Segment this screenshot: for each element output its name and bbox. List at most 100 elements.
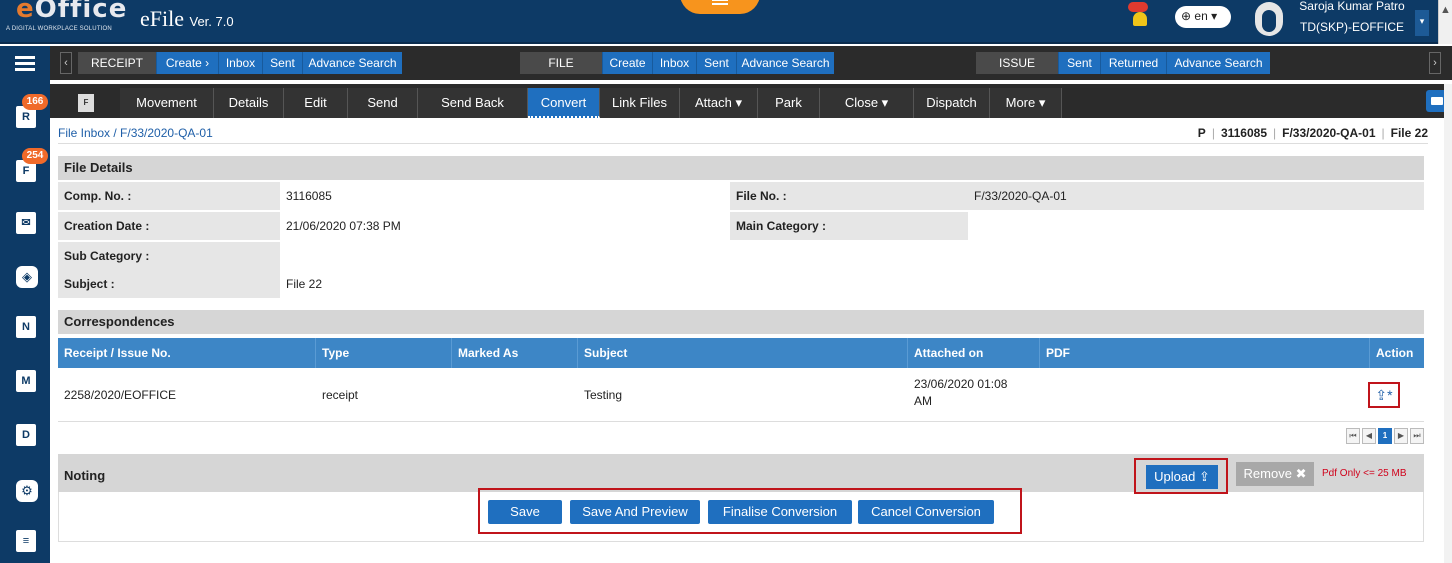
- page-number[interactable]: 1: [1378, 428, 1392, 444]
- dsc-icon[interactable]: D: [10, 420, 40, 450]
- notice-icon[interactable]: N: [10, 312, 40, 342]
- nav-receipt-inbox[interactable]: Inbox: [218, 52, 262, 74]
- cell-type: receipt: [322, 388, 359, 402]
- nav-issue-sent[interactable]: Sent: [1058, 52, 1100, 74]
- edit-button[interactable]: Edit: [284, 88, 348, 118]
- conversion-actions: Save Save And Preview Finalise Conversio…: [478, 488, 1022, 534]
- nav-issue-returned[interactable]: Returned: [1100, 52, 1166, 74]
- col-attached-on: Attached on: [908, 338, 1040, 368]
- correspondences-table-header: Receipt / Issue No. Type Marked As Subje…: [58, 338, 1424, 368]
- nav-receipt-advance-search[interactable]: Advance Search: [302, 52, 402, 74]
- settings-icon[interactable]: ⚙: [10, 476, 40, 506]
- nav-receipt-sent[interactable]: Sent: [262, 52, 302, 74]
- action-toolbar: F Movement Details Edit Send Send Back C…: [50, 84, 1448, 118]
- receipt-count-badge: 166: [22, 94, 48, 110]
- left-sidebar: R 166 F 254 ✉ ◈ N M D ⚙ ≡: [0, 46, 50, 563]
- collaboration-icon[interactable]: ◈: [10, 262, 40, 292]
- table-pager: ⏮ ◀ 1 ▶ ⏭: [1346, 428, 1426, 444]
- close-dropdown[interactable]: Close ▾: [820, 88, 914, 118]
- cell-receipt-no[interactable]: 2258/2020/EOFFICE: [58, 368, 316, 422]
- details-button[interactable]: Details: [214, 88, 284, 118]
- cell-marked-as: [452, 368, 578, 422]
- movement-button[interactable]: Movement: [120, 88, 214, 118]
- col-subject: Subject: [578, 338, 908, 368]
- file-icon[interactable]: F 254: [10, 148, 48, 186]
- dak-icon[interactable]: ✉: [10, 208, 40, 238]
- link-files-button[interactable]: Link Files: [600, 88, 680, 118]
- top-header: eOffice A DIGITAL WORKPLACE SOLUTION eFi…: [0, 0, 1452, 44]
- user-avatar[interactable]: [1255, 2, 1283, 36]
- nav-file-advance-search[interactable]: Advance Search: [736, 52, 834, 74]
- table-row: 2258/2020/EOFFICE receipt Testing 23/06/…: [58, 368, 1424, 422]
- cell-pdf: [1040, 368, 1370, 422]
- nav-file-sent[interactable]: Sent: [696, 52, 736, 74]
- upload-icon[interactable]: ⇪*: [1368, 382, 1400, 408]
- file-summary: P | 3116085 | F/33/2020-QA-01 | File 22: [1197, 126, 1428, 140]
- file-no-value: F/33/2020-QA-01: [968, 182, 1424, 210]
- nav-file-inbox[interactable]: Inbox: [652, 52, 696, 74]
- upload-highlight: Upload ⇪: [1134, 458, 1228, 494]
- noting-title: Noting: [64, 468, 106, 483]
- cell-attached-on: 23/06/2020 01:08 AM: [914, 377, 1008, 408]
- cell-subject: Testing: [584, 388, 623, 402]
- send-button[interactable]: Send: [348, 88, 418, 118]
- cancel-conversion-button[interactable]: Cancel Conversion: [858, 500, 994, 524]
- scroll-up-icon[interactable]: ▲: [1438, 0, 1452, 44]
- finalise-conversion-button[interactable]: Finalise Conversion: [708, 500, 852, 524]
- nav-prev-icon[interactable]: ‹: [60, 52, 72, 74]
- convert-button[interactable]: Convert: [528, 88, 600, 118]
- noting-bar: Noting Upload ⇪ Remove ✖ Pdf Only <= 25 …: [58, 454, 1424, 494]
- prev-page-icon[interactable]: ◀: [1362, 428, 1376, 444]
- next-page-icon[interactable]: ▶: [1394, 428, 1408, 444]
- attach-dropdown[interactable]: Attach ▾: [680, 88, 758, 118]
- eoffice-logo: eOffice A DIGITAL WORKPLACE SOLUTION: [6, 0, 128, 32]
- save-and-preview-button[interactable]: Save And Preview: [570, 500, 700, 524]
- send-back-button[interactable]: Send Back: [418, 88, 528, 118]
- header-toggle-handle[interactable]: [680, 0, 760, 14]
- report-icon[interactable]: ≡: [10, 526, 40, 556]
- menu-icon[interactable]: [10, 46, 40, 76]
- globe-icon: ⊕: [1181, 9, 1192, 23]
- file-details-header: File Details: [58, 156, 1424, 180]
- breadcrumb: File Inbox / F/33/2020-QA-01 P | 3116085 | F…: [58, 120, 1428, 144]
- meeting-icon[interactable]: M: [10, 366, 40, 396]
- user-role: TD(SKP)-EOFFICE: [1300, 20, 1404, 34]
- last-page-icon[interactable]: ⏭: [1410, 428, 1424, 444]
- app-version: Ver. 7.0: [189, 14, 234, 29]
- col-action: Action: [1376, 346, 1414, 360]
- language-selector[interactable]: ⊕ en ▾: [1175, 6, 1231, 28]
- detail-row-1: Comp. No. : 3116085 File No. : F/33/2020…: [58, 182, 1424, 210]
- nav-receipt-title[interactable]: RECEIPT: [78, 52, 156, 74]
- subject-value: File 22: [286, 277, 323, 291]
- more-dropdown[interactable]: More ▾: [990, 88, 1062, 118]
- detail-row-3: Sub Category :: [58, 242, 1424, 270]
- logo-tagline: A DIGITAL WORKPLACE SOLUTION: [6, 26, 112, 32]
- first-page-icon[interactable]: ⏮: [1346, 428, 1360, 444]
- upload-button[interactable]: Upload ⇪: [1146, 465, 1218, 489]
- nav-next-icon[interactable]: ›: [1429, 52, 1441, 74]
- nav-receipt-create[interactable]: Create ›: [156, 52, 218, 74]
- dispatch-button[interactable]: Dispatch: [914, 88, 990, 118]
- receipt-icon[interactable]: R 166: [10, 94, 48, 132]
- remove-button[interactable]: Remove ✖: [1236, 462, 1314, 486]
- comp-no-value: 3116085: [286, 189, 332, 203]
- park-button[interactable]: Park: [758, 88, 820, 118]
- breadcrumb-path[interactable]: File Inbox / F/33/2020-QA-01: [58, 126, 213, 140]
- nav-file-create[interactable]: Create: [602, 52, 652, 74]
- user-menu-caret-icon[interactable]: ▾: [1415, 10, 1429, 36]
- main-category-value: [968, 212, 1424, 240]
- col-marked-as: Marked As: [452, 338, 578, 368]
- file-count-badge: 254: [22, 148, 48, 164]
- app-title: eFile Ver. 7.0: [140, 6, 234, 31]
- nav-file-title[interactable]: FILE: [520, 52, 602, 74]
- col-pdf: PDF: [1040, 338, 1370, 368]
- detail-row-2: Creation Date : 21/06/2020 07:38 PM Main…: [58, 212, 1424, 240]
- vertical-scrollbar[interactable]: [1444, 84, 1452, 563]
- col-type: Type: [316, 338, 452, 368]
- module-nav: ‹ RECEIPT Create › Inbox Sent Advance Se…: [50, 46, 1452, 80]
- nav-issue-advance-search[interactable]: Advance Search: [1166, 52, 1270, 74]
- nav-issue-title[interactable]: ISSUE: [976, 52, 1058, 74]
- notification-bell-icon[interactable]: [1128, 2, 1150, 30]
- save-button[interactable]: Save: [488, 500, 562, 524]
- pdf-size-note: Pdf Only <= 25 MB: [1322, 468, 1407, 479]
